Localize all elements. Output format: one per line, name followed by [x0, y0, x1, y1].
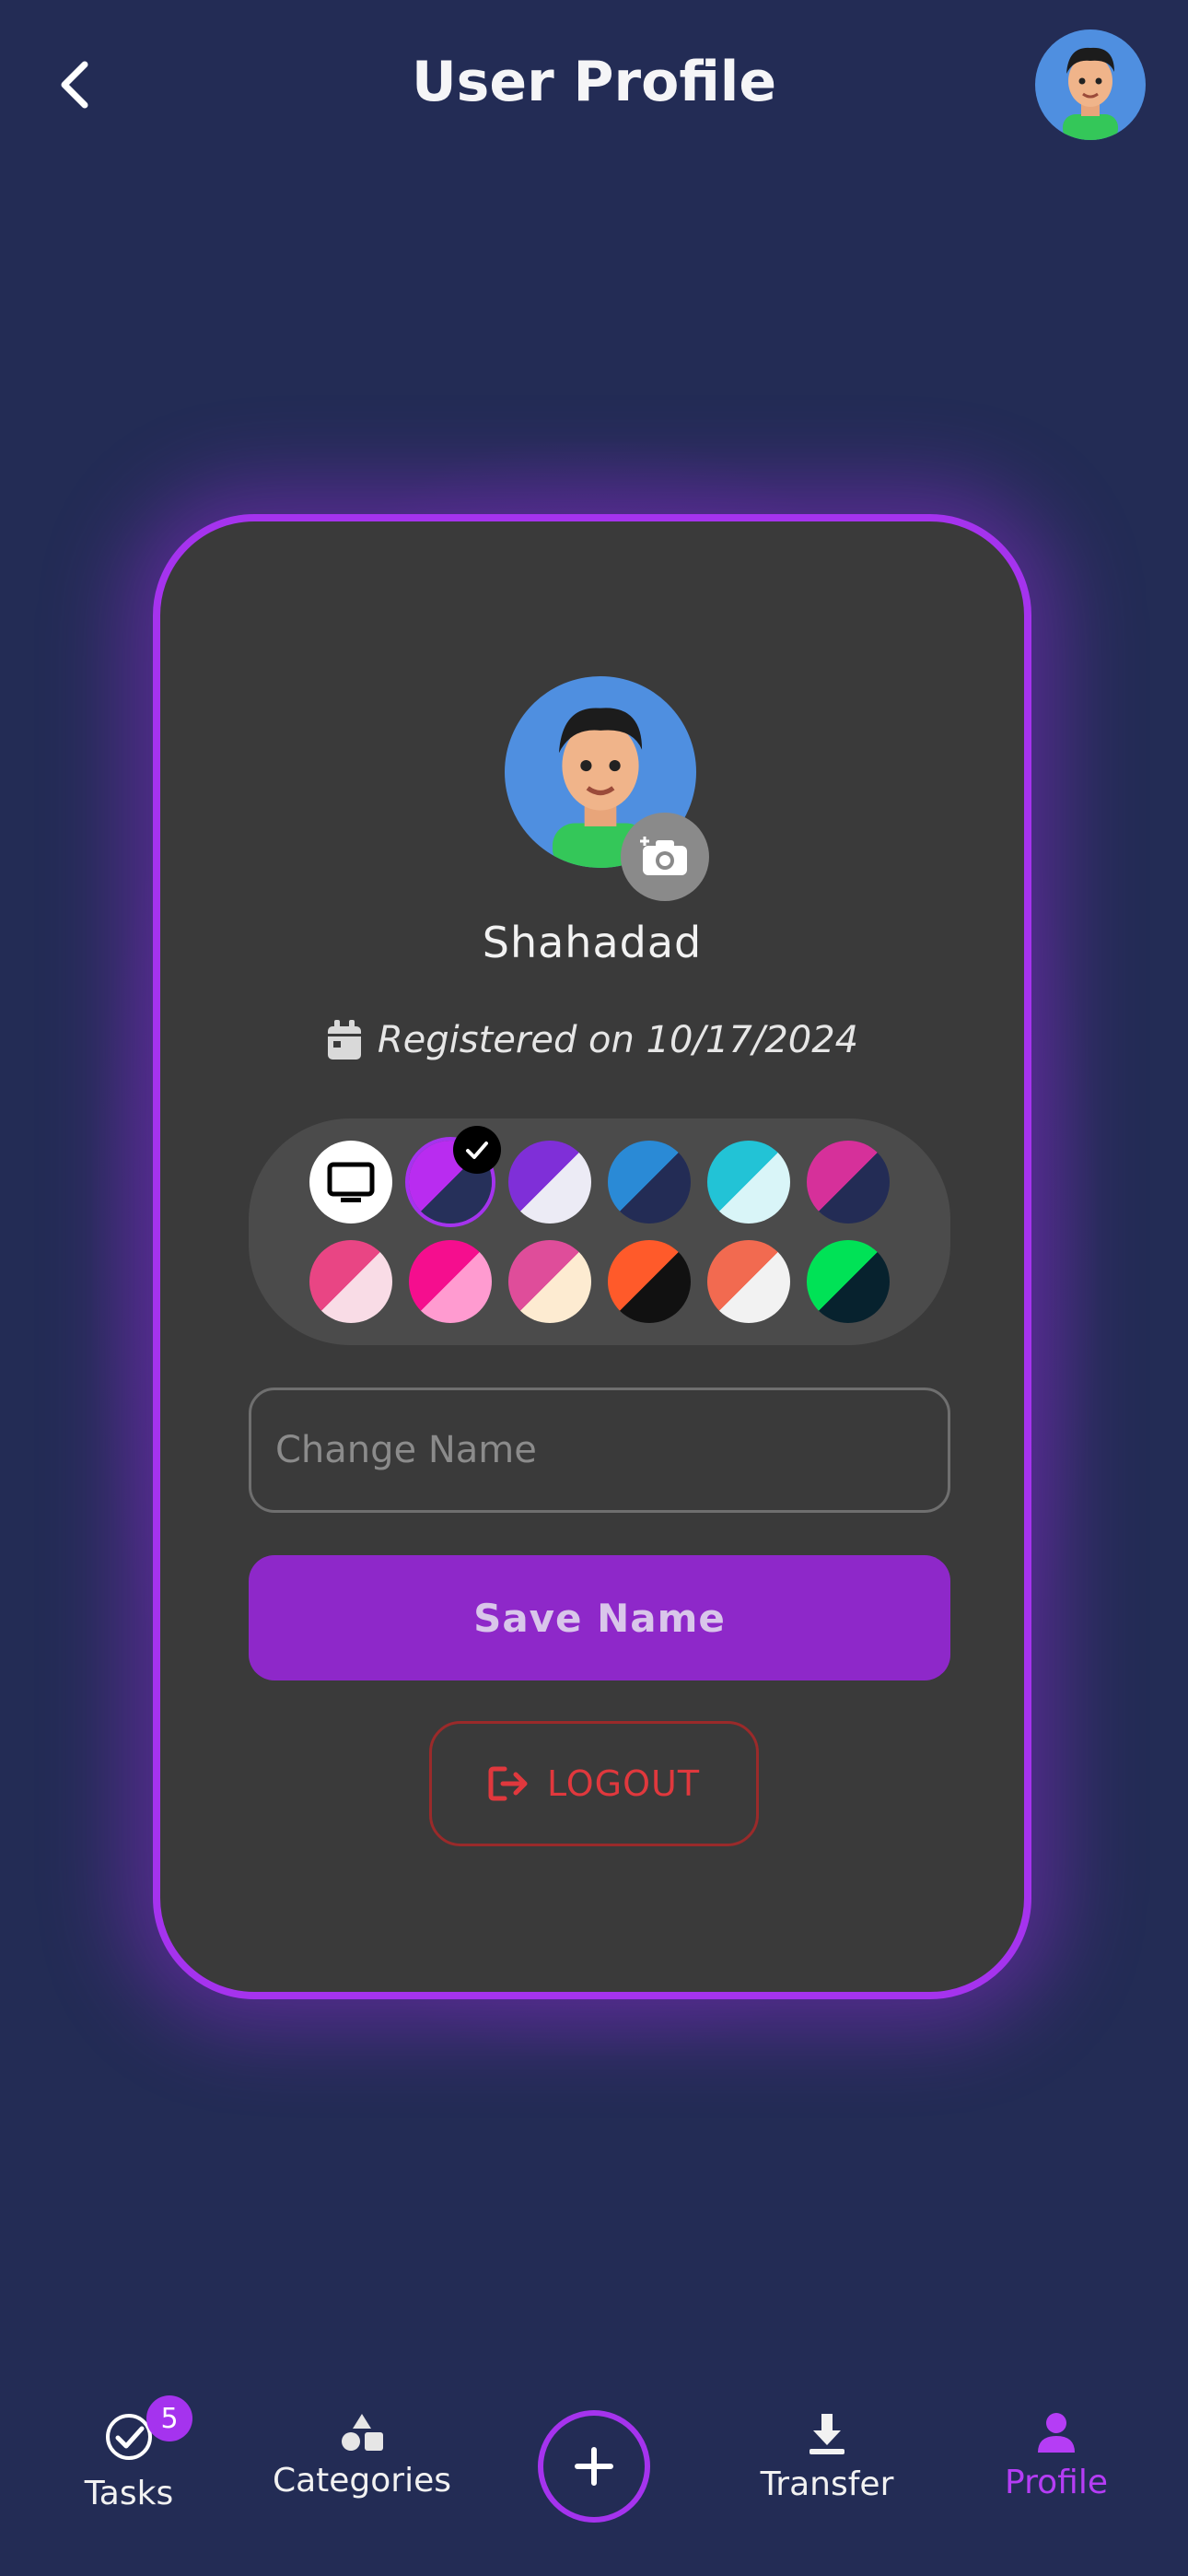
nav-tasks-label: Tasks: [84, 2475, 174, 2512]
nav-transfer[interactable]: Transfer: [753, 2412, 901, 2523]
theme-swatch-cyan-light[interactable]: [707, 1141, 790, 1224]
download-icon: [809, 2414, 844, 2454]
theme-swatch-hotpink-light[interactable]: [409, 1240, 492, 1323]
profile-icon: [1038, 2413, 1075, 2453]
theme-swatch-orange-black[interactable]: [608, 1240, 691, 1323]
page-title: User Profile: [411, 50, 777, 114]
plus-icon: [575, 2447, 613, 2486]
header-avatar[interactable]: [1035, 29, 1146, 140]
change-name-input[interactable]: [249, 1388, 950, 1513]
change-photo-button[interactable]: [621, 813, 709, 901]
logout-icon: [488, 1766, 528, 1801]
monitor-icon: [327, 1162, 375, 1202]
add-task-button[interactable]: [538, 2410, 650, 2523]
nav-categories-label: Categories: [272, 2462, 452, 2500]
logout-label: LOGOUT: [546, 1763, 701, 1804]
theme-swatch-magenta-dark[interactable]: [807, 1141, 890, 1224]
profile-card: Shahadad Registered on 10/17/2024 Save N…: [153, 514, 1031, 1999]
theme-swatch-system[interactable]: [309, 1141, 392, 1224]
calendar-icon: [327, 1020, 361, 1060]
nav-profile[interactable]: Profile: [996, 2412, 1116, 2523]
save-name-button[interactable]: Save Name: [249, 1555, 950, 1680]
theme-swatch-violet-light[interactable]: [508, 1141, 591, 1224]
theme-swatch-coral-white[interactable]: [707, 1240, 790, 1323]
user-avatar-icon: [1063, 47, 1118, 140]
user-name: Shahadad: [482, 918, 703, 967]
nav-transfer-label: Transfer: [760, 2465, 894, 2503]
logout-button[interactable]: LOGOUT: [429, 1721, 759, 1846]
tasks-count-badge: 5: [146, 2395, 192, 2441]
theme-swatch-blue-dark[interactable]: [608, 1141, 691, 1224]
camera-add-icon: [640, 837, 687, 875]
theme-color-picker: [249, 1118, 950, 1345]
categories-shapes-icon: [342, 2414, 383, 2451]
theme-swatch-pink-light[interactable]: [309, 1240, 392, 1323]
theme-swatch-green-navy[interactable]: [807, 1240, 890, 1323]
checkmark-icon: [466, 1142, 488, 1159]
nav-categories[interactable]: Categories: [265, 2412, 459, 2523]
nav-tasks[interactable]: 5 Tasks: [81, 2395, 192, 2523]
registered-text: Registered on 10/17/2024: [377, 1019, 859, 1061]
theme-swatch-rose-cream[interactable]: [508, 1240, 591, 1323]
registration-date: Registered on 10/17/2024: [160, 1019, 1024, 1061]
nav-profile-label: Profile: [1005, 2464, 1108, 2501]
selected-check-badge: [453, 1126, 501, 1174]
